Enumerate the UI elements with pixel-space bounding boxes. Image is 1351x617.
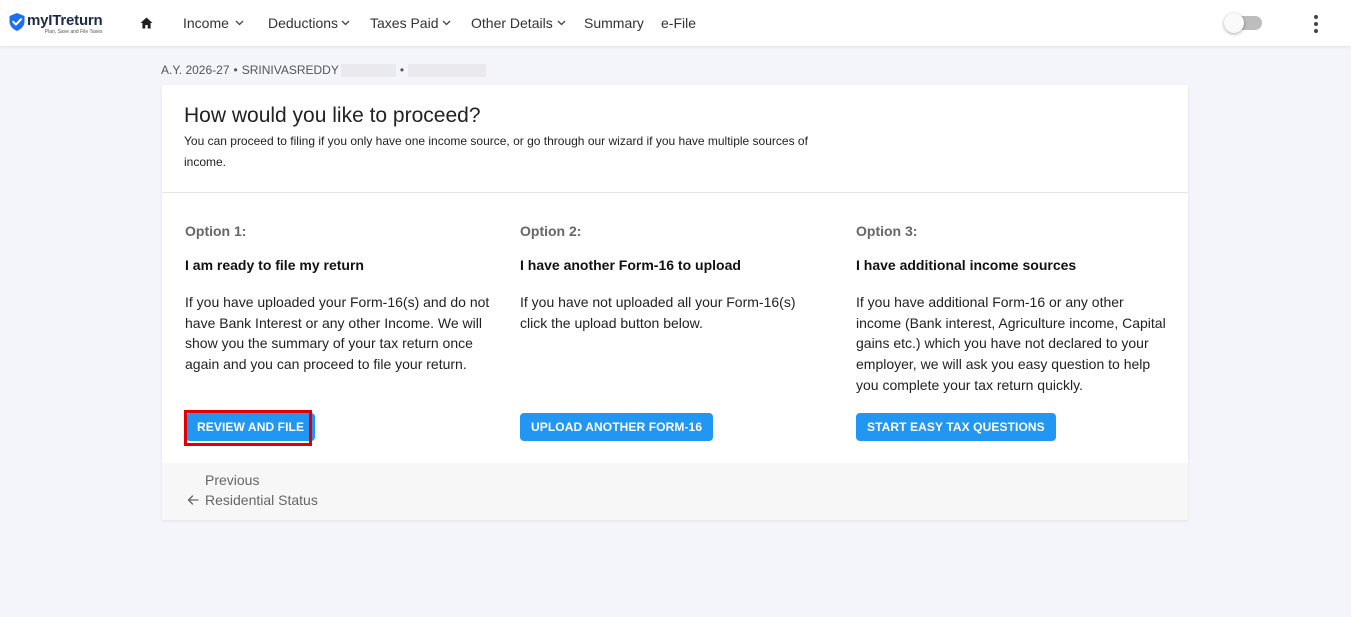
- chevron-down-icon: [235, 20, 244, 26]
- nav-income-label: Income: [183, 15, 229, 31]
- previous-step-label: Residential Status: [205, 492, 318, 508]
- nav-other-details-label: Other Details: [471, 15, 553, 31]
- page-subtitle: You can proceed to filing if you only ha…: [184, 134, 808, 169]
- start-easy-tax-questions-button[interactable]: START EASY TAX QUESTIONS: [856, 413, 1056, 441]
- breadcrumb-separator: •: [399, 63, 405, 77]
- breadcrumb-separator: •: [233, 63, 238, 77]
- redacted-name-block: [340, 63, 396, 77]
- nav-efile[interactable]: e-File: [661, 15, 696, 31]
- toggle-knob: [1224, 13, 1244, 33]
- page-title: How would you like to proceed?: [184, 104, 481, 127]
- option-number: Option 1:: [185, 223, 247, 239]
- chevron-down-icon: [341, 20, 350, 26]
- chevron-down-icon: [443, 20, 451, 26]
- option-number: Option 3:: [856, 223, 918, 239]
- card-footer: Previous Residential Status: [162, 463, 1188, 520]
- nav-summary-label: Summary: [584, 15, 644, 31]
- previous-label: Previous: [205, 472, 260, 488]
- nav-income[interactable]: Income: [183, 15, 244, 31]
- home-icon[interactable]: [140, 17, 153, 29]
- option-heading: I have another Form-16 to upload: [520, 257, 741, 273]
- logo-tagline: Plan, Save and File Taxes: [44, 29, 103, 35]
- proceed-card: How would you like to proceed? You can p…: [162, 85, 1188, 520]
- nav-deductions[interactable]: Deductions: [268, 15, 350, 31]
- shield-check-icon: [9, 13, 25, 31]
- nav-taxes-paid-label: Taxes Paid: [370, 15, 439, 31]
- chevron-down-icon: [557, 20, 566, 26]
- nav-efile-label: e-File: [661, 15, 697, 31]
- nav-summary[interactable]: Summary: [584, 15, 644, 31]
- option-description: If you have not uploaded all your Form-1…: [520, 294, 796, 331]
- option-3: Option 3: I have additional income sourc…: [856, 223, 1176, 396]
- assessment-year: A.Y. 2026-27: [161, 63, 230, 77]
- option-1: Option 1: I am ready to file my return I…: [185, 223, 505, 375]
- option-heading: I have additional income sources: [856, 257, 1077, 273]
- highlight-box: [184, 410, 312, 446]
- option-number: Option 2:: [520, 223, 582, 239]
- user-name: SRINIVASREDDY: [241, 63, 339, 77]
- logo-name: myITreturn: [27, 12, 103, 29]
- theme-toggle[interactable]: [1224, 13, 1262, 33]
- upload-another-form16-button[interactable]: UPLOAD ANOTHER FORM-16: [520, 413, 714, 441]
- top-navigation-bar: myITreturn Plan, Save and File Taxes Inc…: [0, 0, 1351, 46]
- nav-deductions-label: Deductions: [268, 15, 339, 31]
- nav-other-details[interactable]: Other Details: [471, 15, 566, 31]
- option-heading: I am ready to file my return: [185, 257, 364, 273]
- divider: [162, 192, 1188, 193]
- nav-taxes-paid[interactable]: Taxes Paid: [370, 15, 451, 31]
- previous-step-link[interactable]: Residential Status: [187, 492, 318, 508]
- more-vert-icon[interactable]: [1308, 14, 1324, 34]
- option-description: If you have additional Form-16 or any ot…: [856, 294, 1166, 393]
- option-2: Option 2: I have another Form-16 to uplo…: [520, 223, 840, 333]
- logo[interactable]: myITreturn Plan, Save and File Taxes: [9, 12, 103, 38]
- redacted-pan-block: [408, 63, 487, 77]
- option-description: If you have uploaded your Form-16(s) and…: [185, 294, 490, 373]
- assessment-breadcrumb: A.Y. 2026-27 • SRINIVASREDDY •: [161, 63, 487, 77]
- arrow-left-icon: [187, 495, 199, 505]
